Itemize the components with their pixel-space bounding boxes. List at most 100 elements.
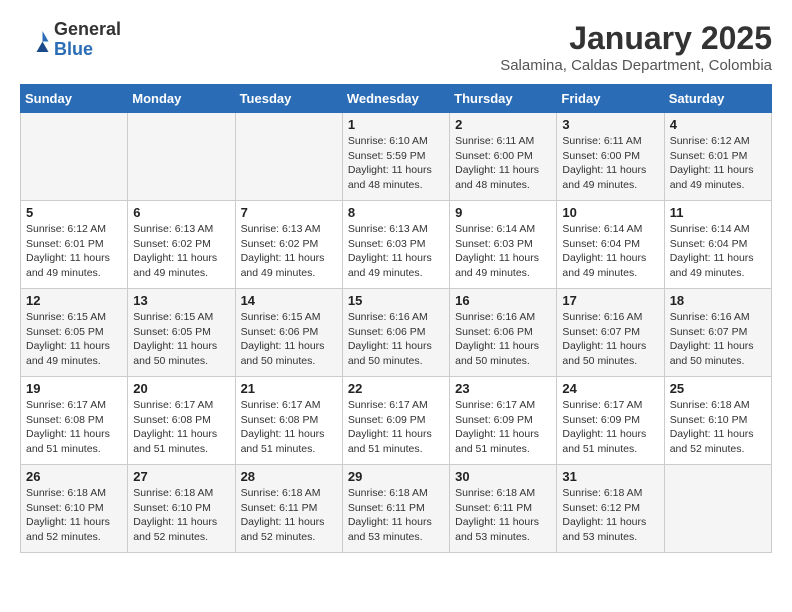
day-info: Sunrise: 6:14 AM Sunset: 6:04 PM Dayligh… bbox=[670, 222, 766, 281]
day-info: Sunrise: 6:12 AM Sunset: 6:01 PM Dayligh… bbox=[26, 222, 122, 281]
calendar-day-20: 20Sunrise: 6:17 AM Sunset: 6:08 PM Dayli… bbox=[128, 377, 235, 465]
day-number: 15 bbox=[348, 293, 444, 308]
day-number: 23 bbox=[455, 381, 551, 396]
calendar-day-27: 27 Sunrise: 6:18 AM Sunset: 6:10 PM Dayli… bbox=[128, 465, 235, 553]
day-number: 7 bbox=[241, 205, 337, 220]
calendar-table: SundayMondayTuesdayWednesdayThursdayFrid… bbox=[20, 84, 772, 553]
day-info: Sunrise: 6:18 AM Sunset: 6:11 PM Dayligh… bbox=[241, 486, 337, 545]
weekday-header-friday: Friday bbox=[557, 85, 664, 113]
calendar-day-17: 17 Sunrise: 6:16 AM Sunset: 6:07 PM Dayli… bbox=[557, 289, 664, 377]
day-info: Sunrise: 6:13 AM Sunset: 6:03 PM Dayligh… bbox=[348, 222, 444, 281]
calendar-day-4: 4 Sunrise: 6:12 AM Sunset: 6:01 PM Daylig… bbox=[664, 113, 771, 201]
calendar-week-5: 26 Sunrise: 6:18 AM Sunset: 6:10 PM Dayli… bbox=[21, 465, 772, 553]
day-info: Sunrise: 6:17 AM Sunset: 6:09 PM Dayligh… bbox=[562, 398, 658, 457]
month-title: January 2025 bbox=[500, 20, 772, 57]
day-number: 22 bbox=[348, 381, 444, 396]
calendar-week-3: 12Sunrise: 6:15 AM Sunset: 6:05 PM Dayli… bbox=[21, 289, 772, 377]
logo-icon bbox=[20, 25, 50, 55]
day-info: Sunrise: 6:13 AM Sunset: 6:02 PM Dayligh… bbox=[241, 222, 337, 281]
calendar-day-26: 26 Sunrise: 6:18 AM Sunset: 6:10 PM Dayli… bbox=[21, 465, 128, 553]
day-number: 9 bbox=[455, 205, 551, 220]
day-number: 1 bbox=[348, 117, 444, 132]
day-info: Sunrise: 6:17 AM Sunset: 6:09 PM Dayligh… bbox=[348, 398, 444, 457]
day-number: 8 bbox=[348, 205, 444, 220]
day-number: 24 bbox=[562, 381, 658, 396]
day-number: 11 bbox=[670, 205, 766, 220]
calendar-day-1: 1Sunrise: 6:10 AM Sunset: 5:59 PM Daylig… bbox=[342, 113, 449, 201]
day-number: 6 bbox=[133, 205, 229, 220]
day-number: 4 bbox=[670, 117, 766, 132]
day-info: Sunrise: 6:17 AM Sunset: 6:08 PM Dayligh… bbox=[241, 398, 337, 457]
day-info: Sunrise: 6:18 AM Sunset: 6:10 PM Dayligh… bbox=[26, 486, 122, 545]
day-info: Sunrise: 6:14 AM Sunset: 6:04 PM Dayligh… bbox=[562, 222, 658, 281]
day-number: 25 bbox=[670, 381, 766, 396]
day-info: Sunrise: 6:18 AM Sunset: 6:10 PM Dayligh… bbox=[670, 398, 766, 457]
location-title: Salamina, Caldas Department, Colombia bbox=[500, 57, 772, 74]
day-info: Sunrise: 6:15 AM Sunset: 6:05 PM Dayligh… bbox=[133, 310, 229, 369]
day-number: 13 bbox=[133, 293, 229, 308]
weekday-row: SundayMondayTuesdayWednesdayThursdayFrid… bbox=[21, 85, 772, 113]
day-number: 17 bbox=[562, 293, 658, 308]
weekday-header-monday: Monday bbox=[128, 85, 235, 113]
empty-cell bbox=[235, 113, 342, 201]
empty-cell bbox=[21, 113, 128, 201]
day-info: Sunrise: 6:13 AM Sunset: 6:02 PM Dayligh… bbox=[133, 222, 229, 281]
day-number: 2 bbox=[455, 117, 551, 132]
calendar-day-25: 25 Sunrise: 6:18 AM Sunset: 6:10 PM Dayli… bbox=[664, 377, 771, 465]
day-info: Sunrise: 6:15 AM Sunset: 6:05 PM Dayligh… bbox=[26, 310, 122, 369]
calendar-day-24: 24 Sunrise: 6:17 AM Sunset: 6:09 PM Dayli… bbox=[557, 377, 664, 465]
day-info: Sunrise: 6:12 AM Sunset: 6:01 PM Dayligh… bbox=[670, 134, 766, 193]
day-number: 21 bbox=[241, 381, 337, 396]
day-number: 10 bbox=[562, 205, 658, 220]
day-number: 14 bbox=[241, 293, 337, 308]
day-number: 16 bbox=[455, 293, 551, 308]
calendar-header: SundayMondayTuesdayWednesdayThursdayFrid… bbox=[21, 85, 772, 113]
calendar-day-21: 21 Sunrise: 6:17 AM Sunset: 6:08 PM Dayli… bbox=[235, 377, 342, 465]
logo-general: General bbox=[54, 20, 121, 40]
weekday-header-wednesday: Wednesday bbox=[342, 85, 449, 113]
day-number: 26 bbox=[26, 469, 122, 484]
calendar-day-30: 30Sunrise: 6:18 AM Sunset: 6:11 PM Dayli… bbox=[450, 465, 557, 553]
day-info: Sunrise: 6:16 AM Sunset: 6:07 PM Dayligh… bbox=[670, 310, 766, 369]
day-number: 29 bbox=[348, 469, 444, 484]
calendar-day-10: 10 Sunrise: 6:14 AM Sunset: 6:04 PM Dayli… bbox=[557, 201, 664, 289]
calendar-day-19: 19Sunrise: 6:17 AM Sunset: 6:08 PM Dayli… bbox=[21, 377, 128, 465]
empty-cell bbox=[128, 113, 235, 201]
day-number: 28 bbox=[241, 469, 337, 484]
calendar-day-15: 15 Sunrise: 6:16 AM Sunset: 6:06 PM Dayli… bbox=[342, 289, 449, 377]
calendar-day-5: 5 Sunrise: 6:12 AM Sunset: 6:01 PM Daylig… bbox=[21, 201, 128, 289]
calendar-day-16: 16Sunrise: 6:16 AM Sunset: 6:06 PM Dayli… bbox=[450, 289, 557, 377]
day-info: Sunrise: 6:17 AM Sunset: 6:09 PM Dayligh… bbox=[455, 398, 551, 457]
day-info: Sunrise: 6:16 AM Sunset: 6:06 PM Dayligh… bbox=[348, 310, 444, 369]
calendar-day-23: 23 Sunrise: 6:17 AM Sunset: 6:09 PM Dayli… bbox=[450, 377, 557, 465]
title-block: January 2025 Salamina, Caldas Department… bbox=[500, 20, 772, 74]
calendar-day-14: 14Sunrise: 6:15 AM Sunset: 6:06 PM Dayli… bbox=[235, 289, 342, 377]
weekday-header-sunday: Sunday bbox=[21, 85, 128, 113]
calendar-day-6: 6 Sunrise: 6:13 AM Sunset: 6:02 PM Daylig… bbox=[128, 201, 235, 289]
day-info: Sunrise: 6:18 AM Sunset: 6:11 PM Dayligh… bbox=[348, 486, 444, 545]
day-number: 27 bbox=[133, 469, 229, 484]
day-info: Sunrise: 6:11 AM Sunset: 6:00 PM Dayligh… bbox=[562, 134, 658, 193]
calendar-day-3: 3Sunrise: 6:11 AM Sunset: 6:00 PM Daylig… bbox=[557, 113, 664, 201]
calendar-day-31: 31 Sunrise: 6:18 AM Sunset: 6:12 PM Dayli… bbox=[557, 465, 664, 553]
day-info: Sunrise: 6:18 AM Sunset: 6:10 PM Dayligh… bbox=[133, 486, 229, 545]
empty-cell bbox=[664, 465, 771, 553]
calendar-day-11: 11 Sunrise: 6:14 AM Sunset: 6:04 PM Dayli… bbox=[664, 201, 771, 289]
calendar-day-7: 7 Sunrise: 6:13 AM Sunset: 6:02 PM Daylig… bbox=[235, 201, 342, 289]
calendar-week-2: 5 Sunrise: 6:12 AM Sunset: 6:01 PM Daylig… bbox=[21, 201, 772, 289]
calendar-body: 1Sunrise: 6:10 AM Sunset: 5:59 PM Daylig… bbox=[21, 113, 772, 553]
day-info: Sunrise: 6:18 AM Sunset: 6:12 PM Dayligh… bbox=[562, 486, 658, 545]
day-info: Sunrise: 6:17 AM Sunset: 6:08 PM Dayligh… bbox=[26, 398, 122, 457]
calendar-day-18: 18 Sunrise: 6:16 AM Sunset: 6:07 PM Dayli… bbox=[664, 289, 771, 377]
day-number: 31 bbox=[562, 469, 658, 484]
day-number: 18 bbox=[670, 293, 766, 308]
calendar-day-28: 28 Sunrise: 6:18 AM Sunset: 6:11 PM Dayli… bbox=[235, 465, 342, 553]
page-header: General Blue January 2025 Salamina, Cald… bbox=[20, 20, 772, 74]
day-info: Sunrise: 6:16 AM Sunset: 6:07 PM Dayligh… bbox=[562, 310, 658, 369]
weekday-header-tuesday: Tuesday bbox=[235, 85, 342, 113]
day-number: 5 bbox=[26, 205, 122, 220]
day-info: Sunrise: 6:17 AM Sunset: 6:08 PM Dayligh… bbox=[133, 398, 229, 457]
logo-text: General Blue bbox=[54, 20, 121, 60]
calendar-day-8: 8 Sunrise: 6:13 AM Sunset: 6:03 PM Daylig… bbox=[342, 201, 449, 289]
day-number: 30 bbox=[455, 469, 551, 484]
